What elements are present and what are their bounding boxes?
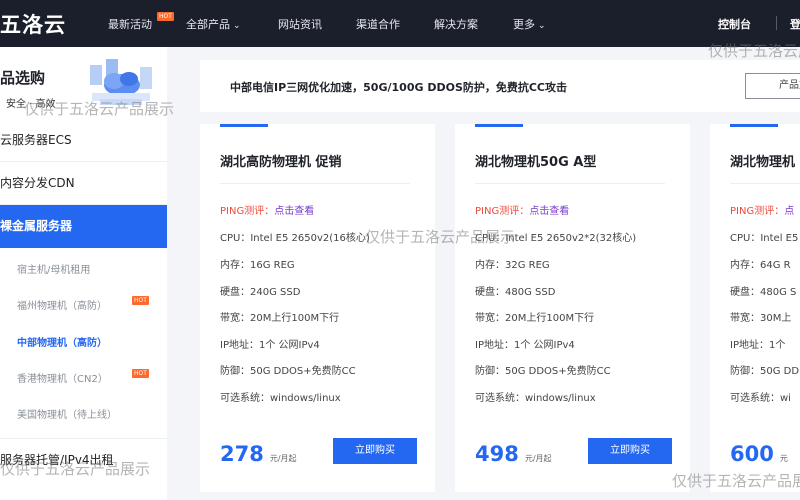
spec-disk: 硬盘：480G SSD (475, 287, 556, 298)
card-title: 湖北物理机 (730, 155, 796, 170)
sidebar-item-cdn[interactable]: 内容分发CDN (0, 162, 167, 205)
card-accent (730, 124, 778, 127)
product-sidebar: 品选购 安全 · 高效 云服务器ECS 内容分发CDN 裸金属服务器 宿主机/母… (0, 47, 167, 500)
sidebar-subtitle: 安全 · 高效 (6, 99, 56, 110)
nav-item-more[interactable]: 更多 ⌄ (513, 16, 546, 32)
spec-bandwidth: 带宽：20M上行100M下行 (475, 313, 595, 324)
nav-item-label: 更多 (513, 18, 535, 31)
spec-cpu: CPU：Intel E5 2650v2*2(32核心) (475, 233, 637, 244)
top-nav: 五洛云 最新活动 HOT 全部产品 ⌄ 网站资讯 渠道合作 解决方案 更多 ⌄ 控制… (0, 0, 800, 47)
banner-text: 中部电信IP三网优化加速，50G/100G DDOS防护，免费抗CC攻击 (230, 81, 568, 94)
divider (730, 183, 800, 184)
spec-memory: 内存：32G REG (475, 260, 550, 271)
nav-item-solutions[interactable]: 解决方案 (434, 16, 478, 32)
sidebar-subitem-fuzhou[interactable]: 福州物理机（高防） (17, 297, 107, 312)
spec-os: 可选系统：windows/linux (220, 393, 341, 404)
product-docs-button[interactable]: 产品文 (745, 73, 800, 99)
price: 498 元/月起 (475, 442, 552, 466)
card-title: 湖北高防物理机 促销 (220, 155, 342, 170)
nav-item-latest-activity[interactable]: 最新活动 (108, 16, 152, 32)
price-value: 498 (475, 442, 519, 466)
sidebar-header: 品选购 安全 · 高效 (0, 47, 167, 119)
spec-bandwidth: 带宽：30M上 (730, 313, 792, 324)
spec-defense: 防御：50G DD (730, 366, 800, 377)
sidebar-subitem-host-rental[interactable]: 宿主机/母机租用 (17, 261, 90, 276)
buy-now-button[interactable]: 立即购买 (333, 438, 417, 464)
chevron-down-icon: ⌄ (538, 21, 546, 31)
spec-memory: 内存：64G R (730, 260, 791, 271)
ping-row: PING测评：点 (730, 202, 794, 217)
ping-row: PING测评：点击查看 (475, 202, 569, 217)
price-value: 278 (220, 442, 264, 466)
sidebar-subitem-central[interactable]: 中部物理机（高防） (17, 334, 107, 349)
product-card: 湖北物理机 PING测评：点 CPU：Intel E5 内存：64G R 硬盘：… (710, 124, 800, 492)
spec-os: 可选系统：wi (730, 393, 791, 404)
ping-label: PING测评： (220, 206, 275, 217)
chevron-down-icon: ⌄ (233, 21, 241, 31)
hot-badge: HOT (132, 369, 149, 378)
product-card: 湖北物理机50G A型 PING测评：点击查看 CPU：Intel E5 265… (455, 124, 690, 492)
sidebar-title: 品选购 (0, 69, 46, 87)
divider (475, 183, 665, 184)
promo-banner: 中部电信IP三网优化加速，50G/100G DDOS防护，免费抗CC攻击 产品文 (200, 60, 800, 112)
spec-memory: 内存：16G REG (220, 260, 295, 271)
price-unit: 元 (779, 454, 788, 463)
price: 600 元 (730, 442, 788, 466)
sidebar-item-colocation[interactable]: 服务器托管/IPv4出租 (0, 438, 167, 481)
card-accent (475, 124, 523, 127)
nav-item-all-products[interactable]: 全部产品 ⌄ (186, 16, 241, 32)
ping-view-link[interactable]: 点击查看 (529, 206, 569, 217)
spec-os: 可选系统：windows/linux (475, 393, 596, 404)
sidebar-item-bare-metal[interactable]: 裸金属服务器 (0, 205, 167, 248)
ping-view-link[interactable]: 点击查看 (274, 206, 314, 217)
spec-cpu: CPU：Intel E5 2650v2(16核心) (220, 233, 370, 244)
sidebar-subitem-hongkong[interactable]: 香港物理机（CN2） (17, 370, 108, 385)
nav-item-channel[interactable]: 渠道合作 (356, 16, 400, 32)
card-title: 湖北物理机50G A型 (475, 155, 597, 170)
product-card: 湖北高防物理机 促销 PING测评：点击查看 CPU：Intel E5 2650… (200, 124, 435, 492)
nav-item-news[interactable]: 网站资讯 (278, 16, 322, 32)
spec-defense: 防御：50G DDOS+免费防CC (220, 366, 356, 377)
nav-divider (776, 16, 777, 30)
login-link[interactable]: 登 (790, 16, 800, 32)
spec-ip: IP地址：1个 (730, 340, 786, 351)
hot-badge: HOT (132, 296, 149, 305)
ping-label: PING测评： (730, 206, 785, 217)
price: 278 元/月起 (220, 442, 297, 466)
price-value: 600 (730, 442, 774, 466)
hot-badge: HOT (157, 12, 174, 21)
spec-disk: 硬盘：240G SSD (220, 287, 301, 298)
sidebar-item-ecs[interactable]: 云服务器ECS (0, 119, 167, 162)
logo[interactable]: 五洛云 (0, 9, 66, 39)
spec-ip: IP地址：1个 公网IPv4 (475, 340, 575, 351)
spec-ip: IP地址：1个 公网IPv4 (220, 340, 320, 351)
card-accent (220, 124, 268, 127)
nav-item-label: 全部产品 (186, 18, 230, 31)
spec-bandwidth: 带宽：20M上行100M下行 (220, 313, 340, 324)
ping-row: PING测评：点击查看 (220, 202, 314, 217)
spec-cpu: CPU：Intel E5 (730, 233, 799, 244)
spec-disk: 硬盘：480G S (730, 287, 797, 298)
divider (220, 183, 410, 184)
sidebar-subitem-usa[interactable]: 美国物理机（待上线） (17, 406, 117, 421)
buy-now-button[interactable]: 立即购买 (588, 438, 672, 464)
spec-defense: 防御：50G DDOS+免费防CC (475, 366, 611, 377)
ping-view-link[interactable]: 点 (784, 206, 794, 217)
price-unit: 元/月起 (524, 454, 552, 463)
ping-label: PING测评： (475, 206, 530, 217)
price-unit: 元/月起 (269, 454, 297, 463)
console-link[interactable]: 控制台 (718, 16, 751, 32)
cloud-server-illustration-icon (90, 59, 152, 105)
